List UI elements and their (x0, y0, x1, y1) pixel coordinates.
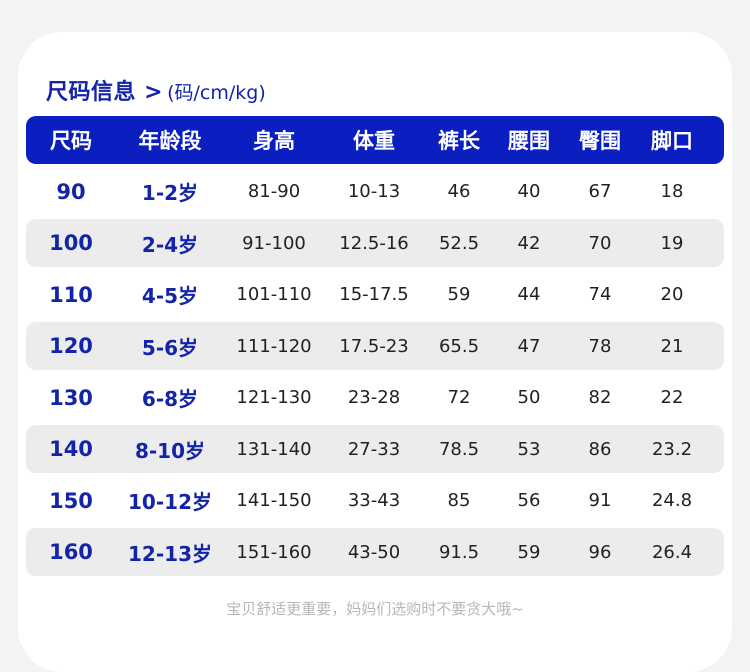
weight-cell: 17.5-23 (339, 335, 409, 357)
height-cell: 141-150 (236, 490, 312, 511)
header-size: 尺码 (50, 129, 92, 153)
table-row: 110 4-5岁 101-110 15-17.5 59 44 74 20 (26, 271, 724, 319)
age-cell: 8-10岁 (134, 438, 206, 463)
hip-cell: 96 (588, 541, 612, 563)
size-cell: 120 (49, 334, 93, 358)
pants-length-cell: 91.5 (438, 541, 480, 563)
pants-length-cell: 78.5 (438, 438, 480, 460)
waist-cell: 59 (517, 541, 541, 563)
table-row: 90 1-2岁 81-90 10-13 46 40 67 18 (26, 168, 724, 216)
hip-cell: 91 (588, 490, 612, 511)
leg-opening-cell: 19 (660, 232, 684, 254)
height-cell: 131-140 (236, 438, 312, 460)
table-row: 150 10-12岁 141-150 33-43 85 56 91 24.8 (26, 477, 724, 525)
height-cell: 151-160 (236, 541, 312, 563)
table-row: 130 6-8岁 121-130 23-28 72 50 82 22 (26, 374, 724, 422)
waist-cell: 40 (517, 181, 541, 202)
weight-cell: 33-43 (347, 490, 401, 511)
table-header: 尺码 年龄段 身高 体重 裤长 腰围 臀围 脚口 (26, 116, 724, 164)
leg-opening-cell: 21 (660, 335, 684, 357)
pants-length-cell: 72 (447, 387, 471, 408)
weight-cell: 15-17.5 (339, 284, 409, 305)
weight-cell: 10-13 (347, 181, 401, 202)
leg-opening-cell: 22 (660, 387, 684, 408)
age-cell: 12-13岁 (128, 541, 212, 566)
weight-cell: 27-33 (347, 438, 401, 460)
height-cell: 91-100 (242, 232, 306, 254)
size-cell: 90 (56, 179, 86, 204)
header-pants-length: 裤长 (438, 129, 480, 153)
hip-cell: 70 (588, 232, 612, 254)
hip-cell: 74 (588, 284, 612, 305)
header-waist: 腰围 (508, 129, 550, 153)
age-cell: 10-12岁 (128, 490, 212, 514)
size-cell: 110 (49, 282, 93, 307)
age-cell: 2-4岁 (141, 232, 199, 257)
age-cell: 1-2岁 (141, 181, 199, 205)
table-row: 160 12-13岁 151-160 43-50 91.5 59 96 26.4 (26, 528, 724, 576)
waist-cell: 56 (517, 490, 541, 511)
hip-cell: 67 (588, 181, 612, 202)
header-weight: 体重 (353, 129, 395, 153)
age-cell: 4-5岁 (141, 284, 199, 308)
age-cell: 6-8岁 (141, 387, 199, 411)
size-cell: 160 (49, 540, 93, 564)
waist-cell: 42 (517, 232, 541, 254)
leg-opening-cell: 23.2 (651, 438, 693, 460)
header-hip: 臀围 (579, 129, 621, 153)
table-row: 100 2-4岁 91-100 12.5-16 52.5 42 70 19 (26, 219, 724, 267)
table-row: 140 8-10岁 131-140 27-33 78.5 53 86 23.2 (26, 425, 724, 473)
header-leg-opening: 脚口 (651, 129, 693, 153)
waist-cell: 50 (517, 387, 541, 408)
waist-cell: 53 (517, 438, 541, 460)
header-height: 身高 (253, 129, 295, 153)
unit-note: (码/cm/kg) (167, 82, 266, 104)
pants-length-cell: 46 (447, 181, 471, 202)
height-cell: 81-90 (247, 181, 301, 202)
size-cell: 130 (49, 385, 93, 410)
pants-length-cell: 59 (447, 284, 471, 305)
leg-opening-cell: 20 (660, 284, 684, 305)
leg-opening-cell: 26.4 (651, 541, 693, 563)
pants-length-cell: 52.5 (438, 232, 480, 254)
table-row: 120 5-6岁 111-120 17.5-23 65.5 47 78 21 (26, 322, 724, 370)
section-heading: 尺码信息 > (码/cm/kg) (46, 74, 266, 106)
pants-length-cell: 65.5 (438, 335, 480, 357)
waist-cell: 47 (517, 335, 541, 357)
size-table: 尺码 年龄段 身高 体重 裤长 腰围 臀围 脚口 90 1-2岁 81-90 1… (26, 116, 724, 576)
height-cell: 121-130 (236, 387, 312, 408)
weight-cell: 43-50 (347, 541, 401, 563)
page-title: 尺码信息 > (46, 80, 164, 105)
size-cell: 150 (49, 488, 93, 513)
weight-cell: 23-28 (347, 387, 401, 408)
leg-opening-cell: 18 (660, 181, 684, 202)
hip-cell: 78 (588, 335, 612, 357)
age-cell: 5-6岁 (141, 335, 199, 360)
header-age: 年龄段 (138, 129, 202, 153)
hip-cell: 82 (588, 387, 612, 408)
height-cell: 111-120 (236, 335, 312, 357)
waist-cell: 44 (517, 284, 541, 305)
size-cell: 100 (49, 231, 93, 255)
height-cell: 101-110 (236, 284, 312, 305)
pants-length-cell: 85 (447, 490, 471, 511)
hip-cell: 86 (588, 438, 612, 460)
size-cell: 140 (49, 437, 93, 461)
footer-note: 宝贝舒适更重要，妈妈们选购时不要贪大哦~ (226, 600, 524, 618)
leg-opening-cell: 24.8 (651, 490, 693, 511)
weight-cell: 12.5-16 (339, 232, 409, 254)
